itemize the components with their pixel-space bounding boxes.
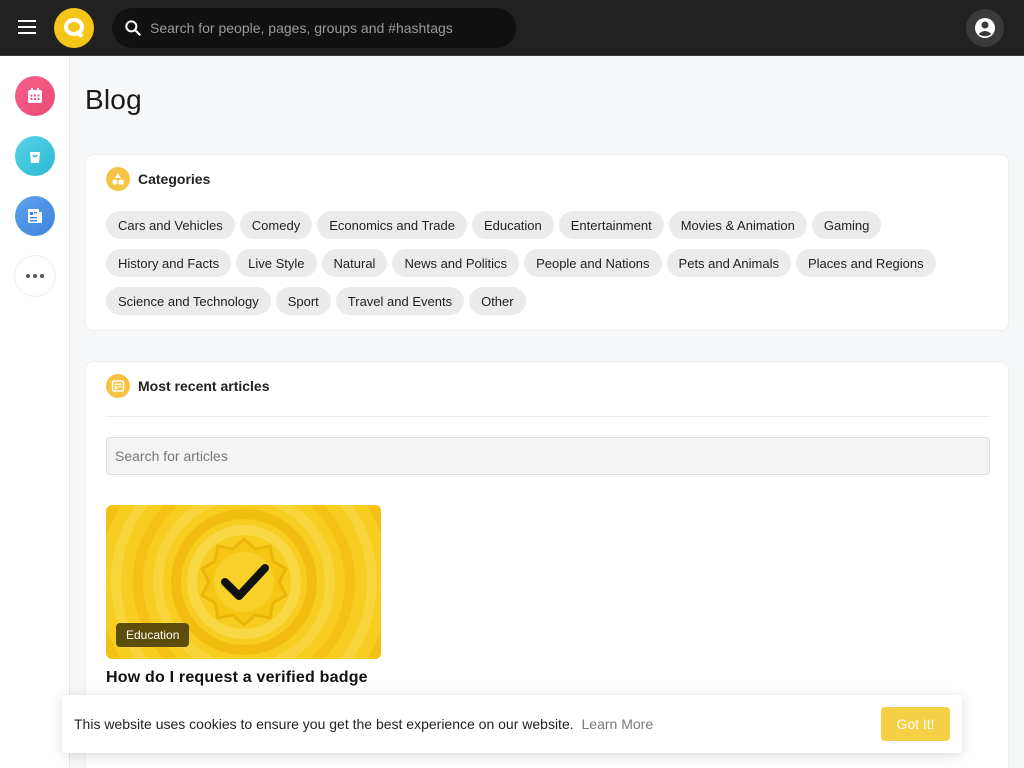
article-category-badge[interactable]: Education xyxy=(116,623,190,647)
events-button[interactable] xyxy=(15,76,55,116)
category-chip[interactable]: History and Facts xyxy=(106,249,232,277)
category-chip[interactable]: Live Style xyxy=(236,249,317,277)
category-chip[interactable]: Comedy xyxy=(239,211,313,239)
article-title[interactable]: How do I request a verified badge xyxy=(106,669,368,687)
article-search-input[interactable] xyxy=(106,437,990,475)
search-icon xyxy=(125,20,141,36)
shapes-icon xyxy=(106,167,130,191)
article-icon xyxy=(28,209,42,223)
categories-title: Categories xyxy=(138,171,211,187)
category-chip[interactable]: Sport xyxy=(275,287,331,315)
account-circle-icon[interactable] xyxy=(966,9,1004,47)
global-search xyxy=(112,8,516,48)
category-chip[interactable]: Places and Regions xyxy=(796,249,936,277)
learn-more-link[interactable]: Learn More xyxy=(582,716,654,732)
articles-header: Most recent articles xyxy=(106,374,270,398)
category-chip[interactable]: Education xyxy=(471,211,554,239)
cookie-message: This website uses cookies to ensure you … xyxy=(74,716,653,732)
category-chips: Cars and Vehicles Comedy Economics and T… xyxy=(106,211,986,315)
category-chip[interactable]: Cars and Vehicles xyxy=(106,211,235,239)
categories-header: Categories xyxy=(106,167,210,191)
cookie-banner: This website uses cookies to ensure you … xyxy=(62,695,962,753)
global-search-input[interactable] xyxy=(150,8,510,48)
more-horizontal-icon xyxy=(26,274,44,278)
more-button[interactable] xyxy=(15,256,55,296)
blogs-button[interactable] xyxy=(15,196,55,236)
category-chip[interactable]: Science and Technology xyxy=(106,287,271,315)
category-chip[interactable]: News and Politics xyxy=(392,249,520,277)
article-thumbnail[interactable]: Education xyxy=(106,505,381,659)
articles-title: Most recent articles xyxy=(138,378,270,394)
newspaper-icon xyxy=(106,374,130,398)
market-button[interactable] xyxy=(15,136,55,176)
category-chip[interactable]: Movies & Animation xyxy=(668,211,807,239)
logo-icon[interactable] xyxy=(54,8,94,48)
shopping-bag-icon xyxy=(30,152,40,163)
category-chip[interactable]: Natural xyxy=(321,249,388,277)
category-chip[interactable]: Gaming xyxy=(811,211,882,239)
menu-icon[interactable] xyxy=(14,16,40,40)
category-chip[interactable]: Travel and Events xyxy=(335,287,465,315)
category-chip[interactable]: Entertainment xyxy=(558,211,664,239)
category-chip[interactable]: Economics and Trade xyxy=(317,211,467,239)
category-chip[interactable]: People and Nations xyxy=(524,249,662,277)
page-title: Blog xyxy=(85,84,142,115)
categories-card: Categories Cars and Vehicles Comedy Econ… xyxy=(85,154,1009,331)
divider xyxy=(106,416,990,417)
got-it-button[interactable]: Got It! xyxy=(881,707,950,741)
category-chip[interactable]: Other xyxy=(469,287,526,315)
top-bar xyxy=(0,0,1024,56)
side-rail xyxy=(0,56,70,768)
category-chip[interactable]: Pets and Animals xyxy=(666,249,791,277)
calendar-icon xyxy=(28,88,42,103)
cookie-text: This website uses cookies to ensure you … xyxy=(74,716,574,732)
